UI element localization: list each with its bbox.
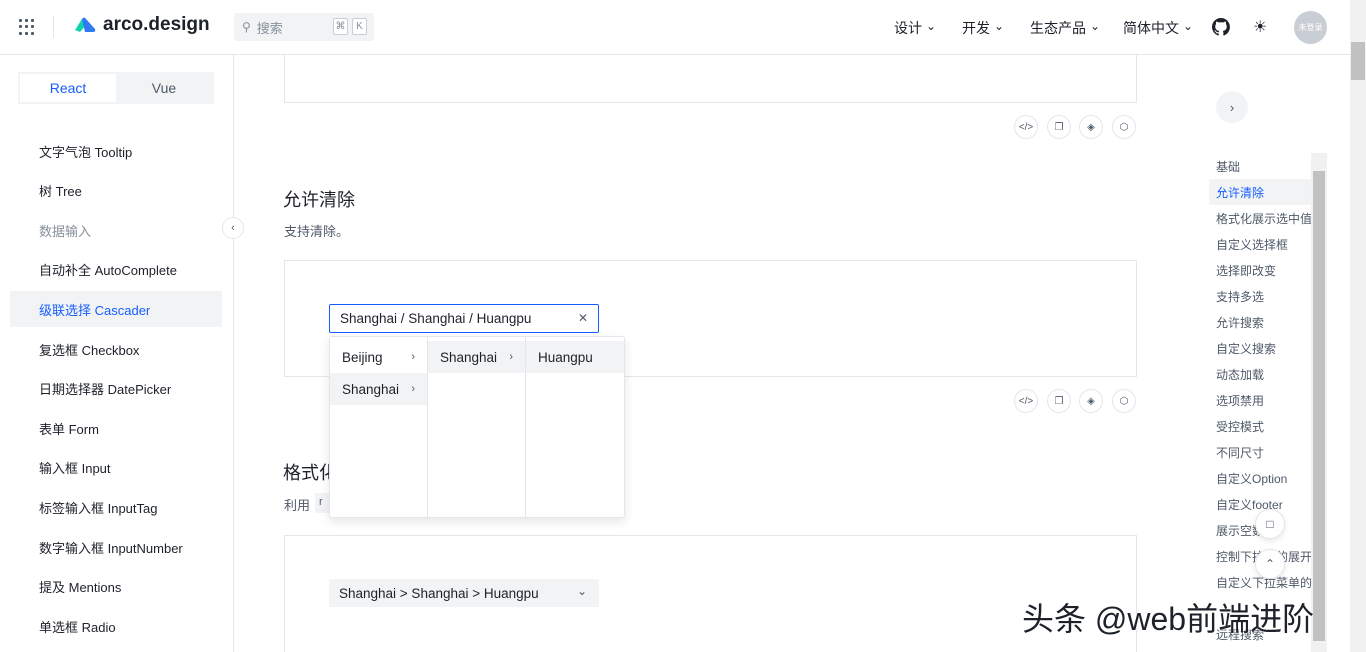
chevron-right-icon: › — [411, 383, 415, 395]
chevron-down-icon: ⌄ — [576, 584, 587, 598]
cascader-value: Shanghai > Shanghai > Huangpu — [339, 585, 539, 601]
codepen-icon[interactable]: ◈ — [1079, 115, 1103, 139]
toc-item[interactable]: 选择即改变 — [1209, 257, 1311, 283]
back-to-top-button[interactable]: ⌃ — [1255, 549, 1285, 579]
toc-item[interactable]: 选项禁用 — [1209, 387, 1311, 413]
sidebar-item[interactable]: 提及 Mentions — [10, 569, 222, 605]
toc-item[interactable]: 支持多选 — [1209, 283, 1311, 309]
collapse-sidebar-button[interactable]: ‹ — [222, 217, 244, 239]
toc-item[interactable]: 允许搜索 — [1209, 309, 1311, 335]
copy-icon[interactable]: ❐ — [1047, 115, 1071, 139]
cascader-format[interactable]: Shanghai > Shanghai > Huangpu ⌄ — [329, 579, 599, 607]
sidebar-item[interactable]: 文字气泡 Tooltip — [10, 133, 222, 169]
option-beijing[interactable]: Beijing › — [330, 341, 427, 373]
toc-item[interactable]: 允许清除 — [1209, 179, 1311, 205]
codepen-icon[interactable]: ◈ — [1079, 389, 1103, 413]
option-huangpu[interactable]: Huangpu — [526, 341, 624, 373]
section-desc: 支持清除。 — [284, 224, 350, 239]
page-scrollbar[interactable] — [1350, 0, 1366, 652]
toc-item[interactable]: 受控模式 — [1209, 413, 1311, 439]
sidebar-item[interactable]: 表单 Form — [10, 410, 222, 446]
sidebar-item[interactable]: 自动补全 AutoComplete — [10, 252, 222, 288]
top-header: arco.design ⚲ 搜索 ⌘ K 设计 开发 生态产品 简体中文 ☀ 未… — [0, 0, 1350, 55]
sidebar-item[interactable]: 单选框 Radio — [10, 608, 222, 644]
sidebar-item[interactable]: 级联选择 Cascader — [10, 291, 222, 328]
kbd-k: K — [352, 18, 367, 35]
logo-text: arco.design — [103, 14, 210, 35]
codesandbox-icon[interactable]: ⬡ — [1112, 389, 1136, 413]
option-shanghai[interactable]: Shanghai › — [428, 341, 525, 373]
cascader-value: Shanghai / Shanghai / Huangpu — [340, 311, 532, 326]
cascader-column: Shanghai › — [428, 337, 526, 517]
cascader-clear-input[interactable]: Shanghai / Shanghai / Huangpu ✕ — [329, 304, 599, 333]
cascader-dropdown: Beijing › Shanghai › Shanghai › Huangpu — [329, 336, 625, 518]
clear-icon[interactable]: ✕ — [578, 311, 588, 325]
toc-item[interactable]: 不同尺寸 — [1209, 439, 1311, 465]
watermark: 头条 @web前端进阶 — [1022, 601, 1315, 637]
table-of-contents: 基础 允许清除 格式化展示选中值 自定义选择框 选择即改变 支持多选 允许搜索 自定义搜索 动态… — [1209, 153, 1311, 652]
code-icon[interactable]: </> — [1014, 389, 1038, 413]
code-icon[interactable]: </> — [1014, 115, 1038, 139]
codesandbox-icon[interactable]: ⬡ — [1112, 115, 1136, 139]
sidebar-item[interactable]: 数字输入框 InputNumber — [10, 529, 222, 565]
section-desc: 利用 — [284, 498, 311, 513]
sidebar-item[interactable]: 标签输入框 InputTag — [10, 489, 222, 525]
toc-item[interactable]: 基础 — [1209, 153, 1311, 179]
sidebar: React Vue 文字气泡 Tooltip 树 Tree 数据输入自动补全 Aut… — [0, 55, 234, 652]
cascader-column: Huangpu — [526, 337, 624, 517]
section-title: 允许清除 — [283, 190, 355, 210]
search-input[interactable]: ⚲ 搜索 ⌘ K — [234, 13, 374, 41]
search-icon: ⚲ — [242, 20, 251, 34]
demo-box-basic — [284, 55, 1137, 103]
toc-scrollbar[interactable] — [1311, 153, 1327, 652]
toc-item[interactable]: 自定义搜索 — [1209, 335, 1311, 361]
apps-grid-icon[interactable] — [19, 19, 35, 35]
nav-language[interactable]: 简体中文 — [1123, 18, 1193, 38]
avatar[interactable]: 未登录 — [1294, 11, 1327, 44]
theme-sun-icon[interactable]: ☀ — [1253, 17, 1267, 37]
toc-toggle-button[interactable]: › — [1216, 91, 1248, 123]
theme-shirt-icon[interactable]: □ — [1255, 509, 1285, 539]
nav-ecosystem[interactable]: 生态产品 — [1030, 18, 1100, 38]
sidebar-group-label: 数据输入 — [39, 223, 92, 239]
logo[interactable]: arco.design — [73, 14, 210, 36]
toc-item[interactable]: 格式化展示选中值 — [1209, 205, 1311, 231]
copy-icon[interactable]: ❐ — [1047, 389, 1071, 413]
toc-item[interactable]: 动态加载 — [1209, 361, 1311, 387]
toc-item[interactable]: 自定义Option — [1209, 465, 1311, 491]
kbd-cmd: ⌘ — [333, 18, 348, 35]
sidebar-item[interactable]: 日期选择器 DatePicker — [10, 371, 222, 407]
divider — [53, 16, 54, 38]
nav-design[interactable]: 设计 — [894, 18, 936, 38]
sidebar-item[interactable]: 输入框 Input — [10, 450, 222, 486]
cascader-column: Beijing › Shanghai › — [330, 337, 428, 517]
chevron-right-icon: › — [509, 351, 513, 363]
toc-item[interactable]: 自定义选择框 — [1209, 231, 1311, 257]
option-shanghai[interactable]: Shanghai › — [330, 373, 427, 405]
nav-develop[interactable]: 开发 — [962, 18, 1004, 38]
tab-vue[interactable]: Vue — [116, 74, 212, 102]
arco-logo-icon — [75, 17, 96, 32]
search-placeholder: 搜索 — [256, 20, 283, 36]
sidebar-item[interactable]: 复选框 Checkbox — [10, 331, 222, 367]
github-icon[interactable] — [1212, 18, 1230, 36]
sidebar-item[interactable]: 树 Tree — [10, 173, 222, 209]
chevron-right-icon: › — [411, 351, 415, 363]
framework-switch: React Vue — [18, 72, 214, 104]
tab-react[interactable]: React — [20, 74, 116, 102]
